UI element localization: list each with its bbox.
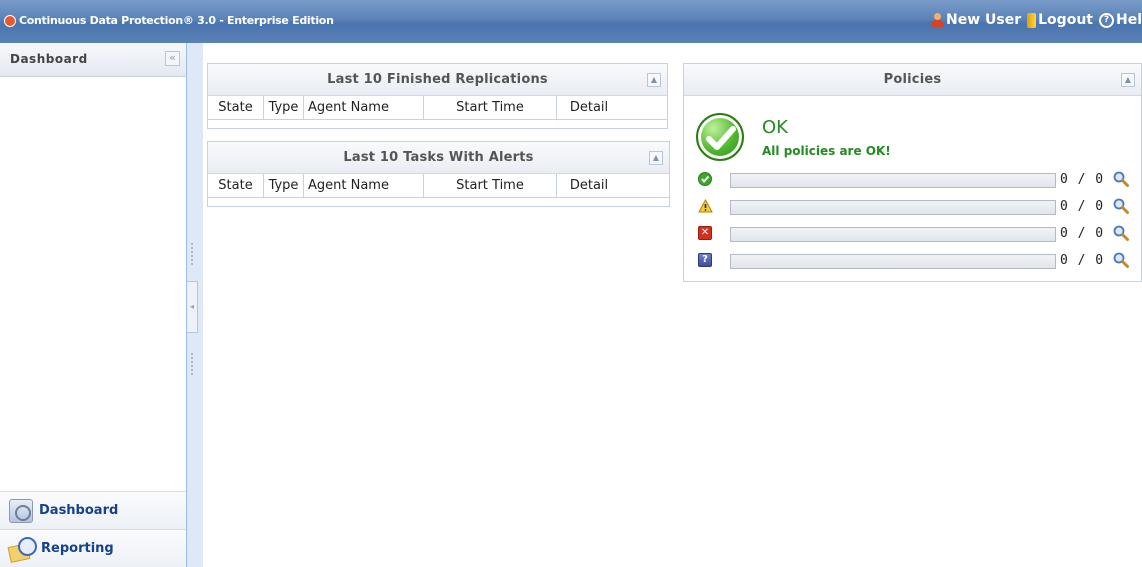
column-header-agent-name[interactable]: Agent Name bbox=[304, 174, 424, 197]
help-label: Hel bbox=[1115, 12, 1142, 28]
policy-row-warning: 0 / 0 bbox=[698, 197, 1138, 217]
sidebar: Dashboard « Dashboard Reporting bbox=[0, 43, 187, 567]
panel-header: Last 10 Tasks With Alerts ▲ bbox=[208, 142, 669, 174]
policy-count: 0 / 0 bbox=[1060, 226, 1105, 241]
policy-count: 0 / 0 bbox=[1060, 253, 1105, 268]
panel-header: Policies ▲ bbox=[684, 64, 1141, 96]
column-header-state[interactable]: State bbox=[208, 174, 264, 197]
reporting-icon bbox=[9, 536, 37, 561]
dashboard-icon bbox=[9, 498, 33, 523]
column-header-type[interactable]: Type bbox=[264, 96, 304, 119]
app-header-bar: Continuous Data Protection® 3.0 - Enterp… bbox=[0, 0, 1142, 43]
new-user-label: New User bbox=[946, 12, 1022, 28]
progress-bar bbox=[730, 227, 1056, 242]
magnifier-icon[interactable] bbox=[1112, 251, 1130, 269]
column-header-start-time[interactable]: Start Time bbox=[424, 174, 557, 197]
user-icon bbox=[931, 13, 945, 27]
policy-row-unknown: ? 0 / 0 bbox=[698, 251, 1138, 271]
splitter-grip bbox=[191, 243, 194, 265]
nav-item-dashboard[interactable]: Dashboard bbox=[0, 491, 186, 529]
app-title-area: Continuous Data Protection® 3.0 - Enterp… bbox=[4, 14, 334, 27]
policy-count: 0 / 0 bbox=[1060, 199, 1105, 214]
sidebar-header: Dashboard « bbox=[0, 43, 186, 77]
policy-row-error: ✕ 0 / 0 bbox=[698, 224, 1138, 244]
column-header-detail[interactable]: Detail bbox=[557, 96, 621, 119]
sidebar-splitter[interactable]: ◂ bbox=[187, 43, 203, 567]
error-icon: ✕ bbox=[698, 226, 712, 240]
alerts-panel: Last 10 Tasks With Alerts ▲ State Type A… bbox=[207, 141, 670, 207]
column-header-state[interactable]: State bbox=[208, 96, 264, 119]
sidebar-title: Dashboard bbox=[10, 52, 88, 66]
panel-title: Last 10 Tasks With Alerts bbox=[343, 150, 534, 165]
progress-bar bbox=[730, 254, 1056, 269]
magnifier-icon[interactable] bbox=[1112, 197, 1130, 215]
magnifier-icon[interactable] bbox=[1112, 170, 1130, 188]
collapse-panel-button[interactable]: ▲ bbox=[647, 73, 661, 87]
policy-status-message: All policies are OK! bbox=[762, 144, 891, 158]
progress-bar bbox=[730, 200, 1056, 215]
policy-count: 0 / 0 bbox=[1060, 172, 1105, 187]
policy-status-text: OK bbox=[762, 117, 788, 138]
ok-status-icon bbox=[696, 113, 744, 161]
header-actions: New User Logout ? Hel bbox=[931, 12, 1142, 28]
progress-bar bbox=[730, 173, 1056, 188]
column-header-type[interactable]: Type bbox=[264, 174, 304, 197]
grid-header: State Type Agent Name Start Time Detail bbox=[208, 174, 669, 198]
nav-item-label: Dashboard bbox=[39, 503, 119, 518]
unknown-icon: ? bbox=[698, 253, 712, 267]
policy-row-ok: 0 / 0 bbox=[698, 170, 1138, 190]
magnifier-icon[interactable] bbox=[1112, 224, 1130, 242]
app-logo-icon bbox=[4, 14, 16, 27]
collapse-panel-button[interactable]: ▲ bbox=[649, 151, 663, 165]
app-title: Continuous Data Protection® 3.0 - Enterp… bbox=[19, 14, 334, 27]
ok-icon bbox=[698, 172, 712, 186]
nav-item-label: Reporting bbox=[41, 541, 114, 556]
splitter-toggle-button[interactable]: ◂ bbox=[187, 281, 198, 333]
panel-title: Policies bbox=[883, 72, 942, 87]
collapse-sidebar-button[interactable]: « bbox=[165, 51, 180, 66]
new-user-button[interactable]: New User bbox=[931, 12, 1021, 28]
grid-header: State Type Agent Name Start Time Detail bbox=[208, 96, 667, 120]
warning-icon bbox=[698, 198, 713, 213]
logout-label: Logout bbox=[1038, 12, 1093, 28]
nav-item-reporting[interactable]: Reporting bbox=[0, 529, 186, 567]
help-button[interactable]: ? Hel bbox=[1098, 12, 1142, 28]
help-icon: ? bbox=[1098, 12, 1114, 28]
panel-header: Last 10 Finished Replications ▲ bbox=[208, 64, 667, 96]
collapse-panel-button[interactable]: ▲ bbox=[1121, 73, 1135, 87]
column-header-agent-name[interactable]: Agent Name bbox=[304, 96, 424, 119]
replications-panel: Last 10 Finished Replications ▲ State Ty… bbox=[207, 63, 668, 129]
panel-title: Last 10 Finished Replications bbox=[327, 72, 548, 87]
policies-panel: Policies ▲ OK All policies are OK! 0 / 0 bbox=[683, 63, 1142, 282]
logout-icon bbox=[1027, 12, 1037, 28]
logout-button[interactable]: Logout bbox=[1027, 12, 1093, 28]
splitter-grip bbox=[191, 353, 194, 375]
column-header-detail[interactable]: Detail bbox=[557, 174, 621, 197]
column-header-start-time[interactable]: Start Time bbox=[424, 96, 557, 119]
main-content: Last 10 Finished Replications ▲ State Ty… bbox=[203, 43, 1142, 567]
